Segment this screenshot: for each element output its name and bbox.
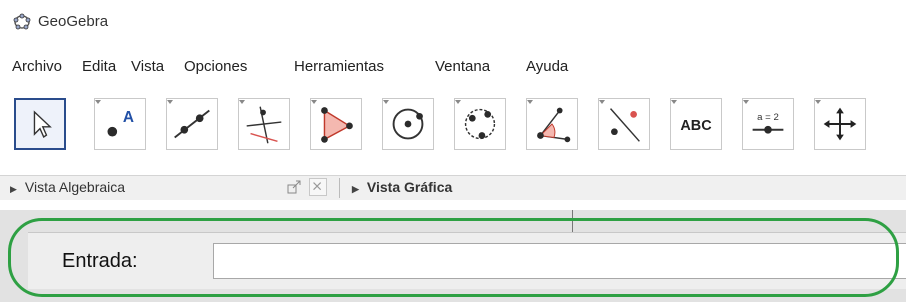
circle-three-points-icon — [464, 108, 496, 140]
chevron-down-icon — [167, 100, 173, 104]
undock-icon[interactable] — [287, 180, 301, 194]
tool-circle-three-points[interactable] — [454, 98, 506, 150]
algebra-view-header[interactable]: ▶ Vista Algebraica — [10, 179, 125, 195]
close-view-button[interactable] — [309, 178, 327, 196]
new-point-icon: A — [107, 109, 134, 137]
menu-edita[interactable]: Edita — [82, 58, 116, 75]
menu-opciones[interactable]: Opciones — [184, 58, 247, 75]
menu-herramientas[interactable]: Herramientas — [294, 58, 384, 75]
tool-point[interactable]: A — [94, 98, 146, 150]
tool-slider[interactable]: a = 2 — [742, 98, 794, 150]
chevron-down-icon — [455, 100, 461, 104]
tool-reflect[interactable] — [598, 98, 650, 150]
algebra-view-label: Vista Algebraica — [24, 179, 126, 195]
chevron-down-icon — [815, 100, 821, 104]
chevron-down-icon — [743, 100, 749, 104]
graphics-view-label: Vista Gráfica — [366, 179, 453, 195]
svg-text:a = 2: a = 2 — [757, 112, 779, 123]
window-title: GeoGebra — [38, 13, 109, 30]
tool-circle-center[interactable] — [382, 98, 434, 150]
move-pointer-icon — [33, 110, 52, 138]
input-bar: Entrada: — [28, 232, 906, 289]
chevron-down-icon — [383, 100, 389, 104]
menu-bar: Archivo Edita Vista Opciones Herramienta… — [0, 52, 906, 82]
chevron-down-icon — [311, 100, 317, 104]
tool-line[interactable] — [166, 98, 218, 150]
perpendicular-line-icon — [246, 106, 282, 144]
tool-move[interactable] — [14, 98, 66, 150]
triangle-right-icon: ▶ — [352, 184, 359, 194]
tool-angle[interactable] — [526, 98, 578, 150]
move-graphics-view-icon — [823, 107, 857, 141]
menu-ventana[interactable]: Ventana — [435, 58, 490, 75]
tool-text[interactable]: ABC — [670, 98, 722, 150]
input-label: Entrada: — [62, 250, 138, 272]
menu-ayuda[interactable]: Ayuda — [526, 58, 568, 75]
axis-line — [572, 210, 573, 232]
reflect-about-line-icon — [609, 108, 640, 142]
graphics-view-header[interactable]: ▶ Vista Gráfica — [352, 179, 452, 195]
chevron-down-icon — [95, 100, 101, 104]
chevron-down-icon — [599, 100, 605, 104]
line-through-two-points-icon — [174, 109, 210, 139]
separator-gap — [0, 200, 906, 210]
view-divider — [339, 178, 340, 198]
polygon-icon — [321, 107, 353, 143]
geogebra-logo-icon — [13, 13, 31, 30]
tool-perpendicular[interactable] — [238, 98, 290, 150]
close-icon — [313, 182, 322, 191]
view-title-bar: ▶ Vista Algebraica ▶ Vista Gráfica — [0, 175, 906, 201]
tool-polygon[interactable] — [310, 98, 362, 150]
svg-text:A: A — [123, 109, 134, 126]
input-field[interactable] — [213, 243, 906, 279]
slider-icon: a = 2 — [752, 112, 784, 134]
svg-text:ABC: ABC — [680, 118, 712, 134]
title-bar: GeoGebra — [0, 0, 906, 44]
text-icon: ABC — [680, 118, 712, 134]
chevron-down-icon — [239, 100, 245, 104]
toolbar: A ABC a = 2 — [0, 94, 906, 176]
circle-center-point-icon — [392, 108, 424, 140]
triangle-right-icon: ▶ — [10, 184, 17, 194]
chevron-down-icon — [671, 100, 677, 104]
chevron-down-icon — [527, 100, 533, 104]
tool-move-graphics[interactable] — [814, 98, 866, 150]
menu-vista[interactable]: Vista — [131, 58, 164, 75]
angle-icon — [537, 107, 571, 143]
menu-archivo[interactable]: Archivo — [12, 58, 62, 75]
